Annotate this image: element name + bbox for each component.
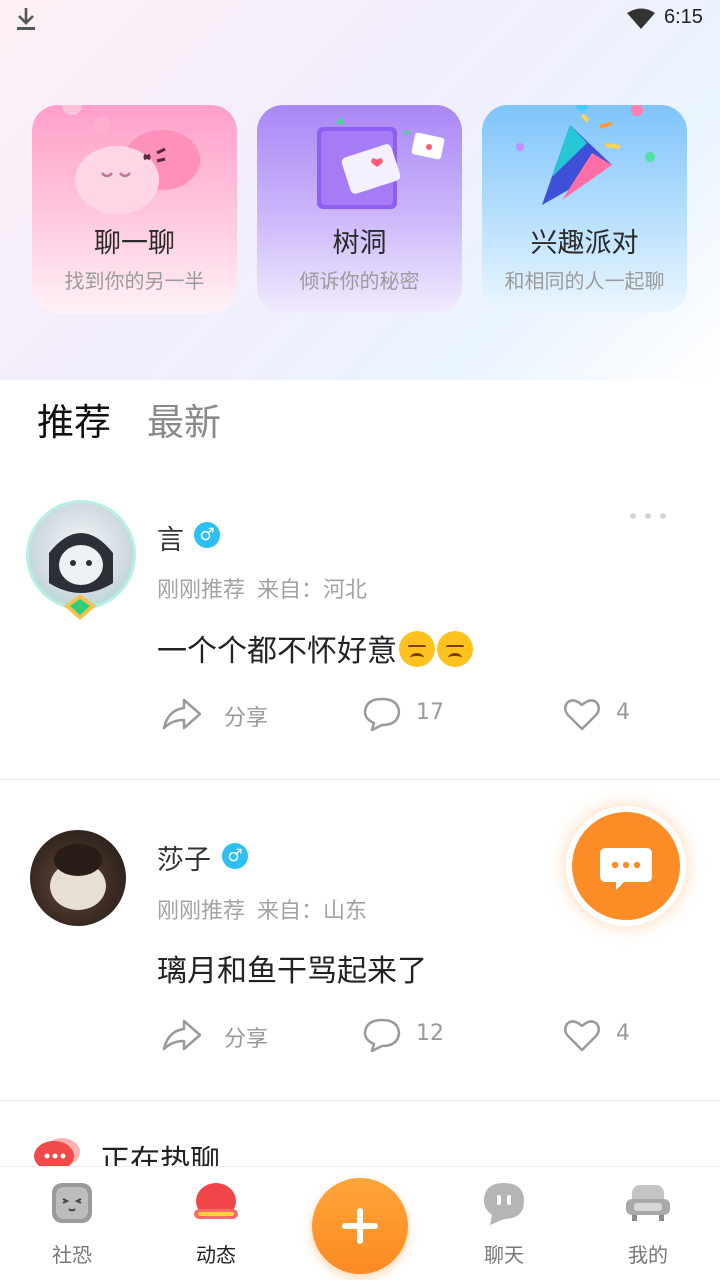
plus-icon [342, 1208, 378, 1244]
nav-item-feed[interactable]: 动态 [166, 1167, 266, 1280]
avatar[interactable] [30, 830, 126, 926]
party-popper-icon [516, 105, 655, 205]
tab-recommended[interactable]: 推荐 [37, 392, 111, 446]
comment-button[interactable]: 12 [362, 1015, 462, 1055]
like-count: 4 [616, 700, 630, 725]
post-time: 刚刚推荐 [157, 578, 246, 603]
status-bar: 6:15 [0, 0, 720, 38]
heart-icon [564, 699, 600, 731]
post-content[interactable]: 一个个都不怀好意 [157, 626, 473, 670]
card-title: 兴趣派对 [530, 228, 639, 259]
comment-icon [363, 1018, 401, 1053]
chat-bubbles-icon [62, 105, 200, 214]
like-count: 4 [616, 1021, 630, 1046]
post-text: 一个个都不怀好意 [157, 634, 397, 669]
floating-message-button[interactable] [566, 806, 686, 926]
pouting-emoji-icon [399, 631, 435, 667]
comment-count: 12 [416, 1021, 444, 1046]
post-location: 来自：山东 [257, 899, 368, 924]
male-gender-icon: ♂ [222, 843, 248, 869]
sofa-icon [626, 1185, 670, 1221]
create-post-button[interactable] [312, 1178, 408, 1274]
chat-icon [484, 1183, 524, 1225]
share-button[interactable]: 分享 [160, 694, 290, 734]
pouting-emoji-icon [437, 631, 473, 667]
nav-label: 动态 [196, 1243, 236, 1267]
share-button[interactable]: 分享 [160, 1015, 290, 1055]
message-icon [600, 848, 652, 890]
share-label: 分享 [224, 706, 269, 731]
nav-label: 我的 [628, 1243, 668, 1267]
comment-count: 17 [416, 700, 444, 725]
card-tree-hole[interactable]: 树洞 倾诉你的秘密 [257, 105, 462, 313]
wifi-icon [626, 8, 656, 34]
shy-face-icon [52, 1183, 92, 1223]
card-title: 聊一聊 [94, 228, 175, 259]
avatar-frame-gem-icon [64, 594, 96, 620]
download-icon [14, 6, 38, 36]
post-content[interactable]: 璃月和鱼干骂起来了 [157, 946, 427, 990]
post-time: 刚刚推荐 [157, 899, 246, 924]
user-name[interactable]: 言 [157, 518, 184, 557]
post-meta: 刚刚推荐 来自：河北 [157, 572, 367, 604]
card-subtitle: 倾诉你的秘密 [299, 269, 420, 293]
status-time: 6:15 [664, 6, 703, 28]
comment-icon [363, 697, 401, 732]
more-icon[interactable] [629, 512, 667, 520]
nav-label: 社恐 [52, 1243, 92, 1267]
share-label: 分享 [224, 1027, 269, 1052]
male-gender-icon: ♂ [194, 522, 220, 548]
like-button[interactable]: 4 [562, 1015, 652, 1055]
card-title: 树洞 [332, 228, 387, 259]
divider [0, 1100, 720, 1101]
feed-hat-icon [194, 1183, 238, 1219]
nav-label: 聊天 [484, 1243, 524, 1267]
card-interest-party[interactable]: 兴趣派对 和相同的人一起聊 [482, 105, 687, 313]
nav-item-chat[interactable]: 聊天 [454, 1167, 554, 1280]
tab-latest[interactable]: 最新 [147, 392, 221, 446]
user-name[interactable]: 莎子 [157, 838, 211, 877]
post-meta: 刚刚推荐 来自：山东 [157, 893, 367, 925]
nav-item-social[interactable]: 社恐 [22, 1167, 122, 1280]
feature-cards: 聊一聊 找到你的另一半 树洞 倾诉你的秘密 兴趣派对 和相同的人一起聊 [32, 105, 688, 315]
card-chat[interactable]: 聊一聊 找到你的另一半 [32, 105, 237, 313]
nav-item-me[interactable]: 我的 [598, 1167, 698, 1280]
comment-button[interactable]: 17 [362, 694, 462, 734]
share-icon [162, 1019, 202, 1051]
like-button[interactable]: 4 [562, 694, 652, 734]
share-icon [162, 698, 202, 730]
fab-background [572, 812, 680, 920]
card-subtitle: 找到你的另一半 [64, 269, 205, 293]
card-subtitle: 和相同的人一起聊 [504, 269, 665, 293]
heart-icon [564, 1020, 600, 1052]
divider [0, 779, 720, 780]
post-location: 来自：河北 [257, 578, 368, 603]
letter-box-icon [317, 117, 445, 209]
